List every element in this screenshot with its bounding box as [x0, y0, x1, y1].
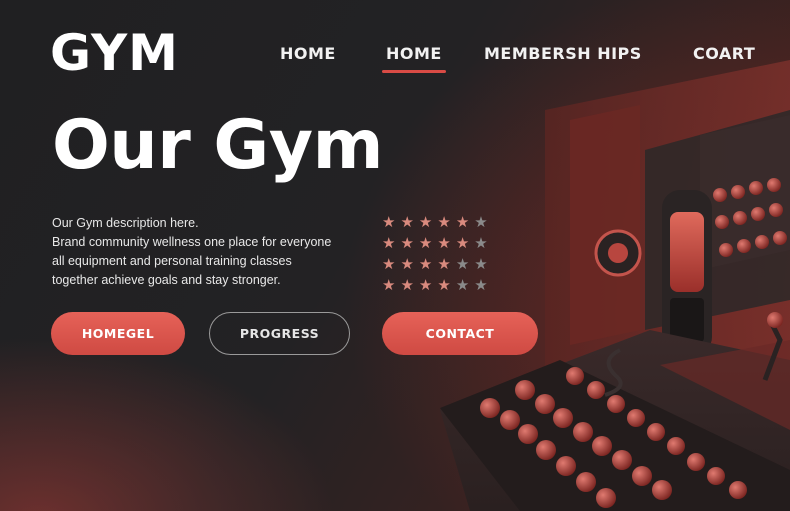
description-line: Our Gym description here.: [52, 216, 199, 230]
star-icon: ★: [400, 214, 414, 231]
star-icon: ★: [400, 235, 414, 252]
rating-row: ★ ★ ★ ★ ★ ★: [382, 275, 488, 296]
star-icon: ★: [418, 235, 433, 252]
star-icon: ★: [474, 256, 488, 273]
nav-item-home[interactable]: HOME: [280, 44, 336, 63]
star-ratings: ★ ★ ★ ★ ★ ★ ★ ★ ★ ★ ★ ★ ★ ★ ★ ★ ★ ★ ★ ★ ★ ★ ★ ★: [382, 212, 488, 296]
primary-action-button[interactable]: HOMEGEL: [51, 312, 185, 355]
star-icon: ★: [474, 214, 488, 231]
star-icon: ★: [382, 214, 396, 231]
star-icon: ★: [437, 256, 451, 273]
hero-description: Our Gym description here. Brand communit…: [52, 214, 342, 290]
rating-row: ★ ★ ★ ★ ★ ★: [382, 212, 488, 233]
star-icon: ★: [437, 235, 451, 252]
star-icon: ★: [382, 256, 396, 273]
star-icon: ★: [400, 256, 414, 273]
star-icon: ★: [437, 214, 451, 231]
nav-item-home-active[interactable]: HOME: [382, 44, 446, 73]
star-icon: ★: [418, 214, 433, 231]
star-icon: ★: [437, 277, 451, 294]
description-line: Brand community wellness one place for e…: [52, 235, 332, 249]
star-icon: ★: [382, 277, 396, 294]
hero-title: Our Gym: [52, 106, 383, 185]
main-nav: HOME HOME MEMBERSH HIPS COART: [0, 44, 790, 74]
rating-row: ★ ★ ★ ★ ★ ★: [382, 254, 488, 275]
rating-row: ★ ★ ★ ★ ★ ★: [382, 233, 488, 254]
star-icon: ★: [418, 277, 433, 294]
star-icon: ★: [455, 256, 470, 273]
star-icon: ★: [382, 235, 396, 252]
star-icon: ★: [418, 256, 433, 273]
star-icon: ★: [400, 277, 414, 294]
progress-button[interactable]: PROGRESS: [209, 312, 350, 355]
star-icon: ★: [455, 235, 470, 252]
star-icon: ★: [455, 277, 470, 294]
nav-item-coart[interactable]: COART: [693, 44, 755, 63]
star-icon: ★: [455, 214, 470, 231]
star-icon: ★: [474, 277, 488, 294]
contact-button[interactable]: CONTACT: [382, 312, 538, 355]
description-line: together achieve goals and stay stronger…: [52, 273, 281, 287]
star-icon: ★: [474, 235, 488, 252]
nav-item-memberships[interactable]: MEMBERSH HIPS: [484, 44, 642, 63]
description-line: all equipment and personal training clas…: [52, 254, 292, 268]
